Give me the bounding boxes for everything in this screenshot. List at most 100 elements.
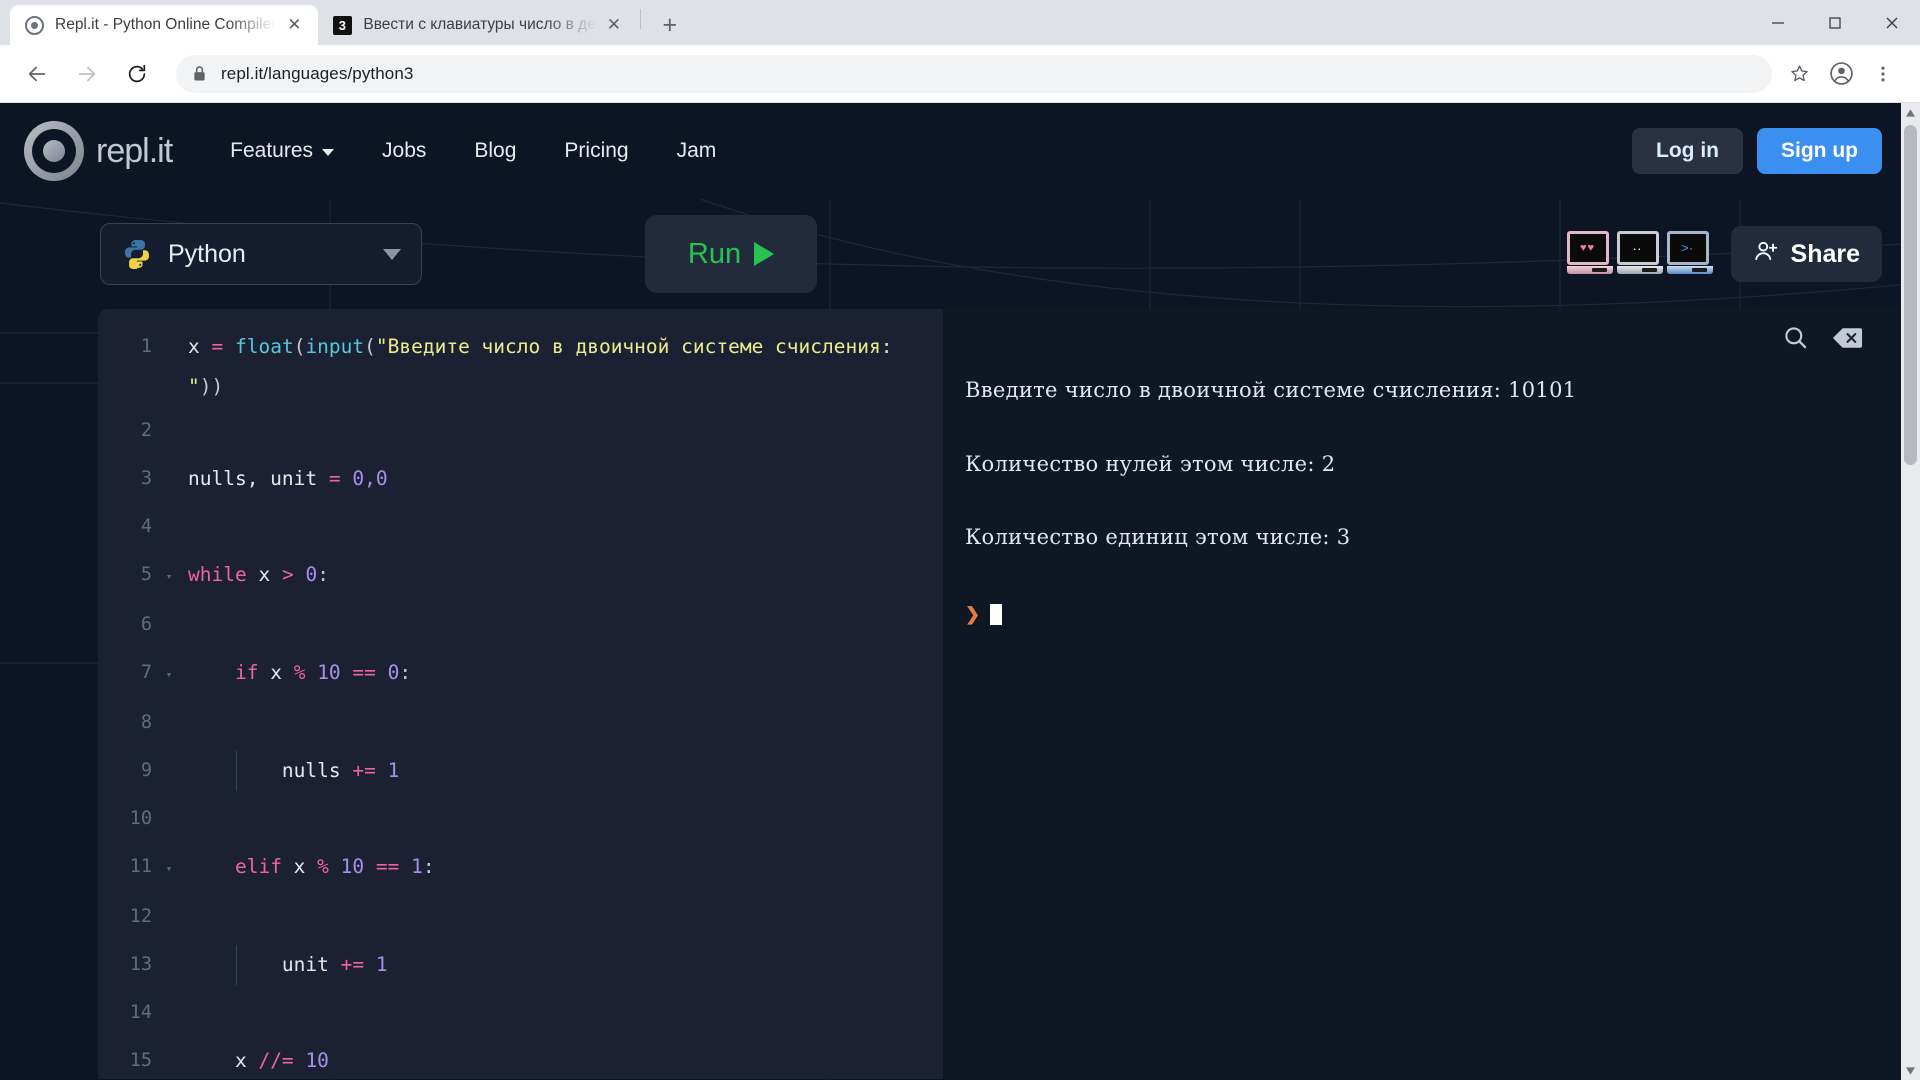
code-line[interactable]: 12 (98, 893, 943, 941)
tab-close-icon[interactable]: ✕ (602, 13, 626, 37)
code-line[interactable]: 13 unit += 1 (98, 941, 943, 989)
nav-link-label: Features (230, 139, 313, 163)
reload-icon[interactable] (118, 55, 156, 93)
person-add-icon (1753, 238, 1779, 271)
nav-link-pricing[interactable]: Pricing (540, 129, 652, 173)
code-text: nulls, unit = 0,0 (178, 455, 943, 503)
line-number: 15 (98, 1037, 160, 1079)
minimize-icon[interactable] (1749, 0, 1806, 45)
tab-close-icon[interactable]: ✕ (282, 13, 306, 37)
code-token: == (376, 855, 399, 878)
code-line[interactable]: 8 (98, 699, 943, 747)
fold-toggle[interactable]: ▾ (160, 551, 178, 601)
nav-link-features[interactable]: Features (206, 129, 358, 173)
page-scroll-down-icon[interactable] (1901, 1061, 1920, 1080)
code-token (364, 953, 376, 976)
code-token: //= (258, 1049, 293, 1072)
fold-toggle[interactable] (160, 407, 178, 409)
code-token: == (352, 661, 375, 684)
code-token: 10 (341, 855, 364, 878)
share-button[interactable]: Share (1731, 226, 1882, 282)
browser-tab-replit[interactable]: Repl.it - Python Online Compiler ✕ (10, 5, 318, 45)
replit-brand[interactable]: repl.it (24, 121, 172, 181)
code-lines: 1 x = float(input("Введите число в двоич… (98, 309, 943, 1079)
maximize-icon[interactable] (1806, 0, 1863, 45)
code-token: if (235, 661, 258, 684)
code-token: 0 (305, 563, 317, 586)
account-icon[interactable] (1822, 55, 1860, 93)
browser-tab-strip: Repl.it - Python Online Compiler ✕ 3 Вве… (0, 0, 1920, 45)
code-token: ( (364, 335, 376, 358)
line-number: 5 (98, 551, 160, 599)
fold-toggle[interactable] (160, 503, 178, 505)
console-output-pane[interactable]: Введите число в двоичной системе счислен… (943, 309, 1920, 1079)
code-line[interactable]: 15 x //= 10 (98, 1037, 943, 1079)
page-scrollbar[interactable] (1901, 103, 1920, 1080)
avatar-wink[interactable]: >· (1667, 231, 1713, 277)
forward-arrow-icon[interactable] (68, 55, 106, 93)
fold-toggle[interactable]: ▾ (160, 843, 178, 893)
code-editor[interactable]: 1 x = float(input("Введите число в двоич… (98, 309, 943, 1079)
window-controls (1749, 0, 1920, 45)
browser-tab-search[interactable]: 3 Ввести с клавиатуры число в де ✕ (318, 5, 637, 45)
fold-toggle[interactable] (160, 747, 178, 749)
console-prompt[interactable]: ❯ (965, 603, 1898, 628)
star-icon[interactable] (1780, 55, 1818, 93)
code-token: += (341, 953, 364, 976)
code-token: 1 (411, 855, 423, 878)
code-line[interactable]: 4 (98, 503, 943, 551)
code-line[interactable]: 5 ▾ while x > 0: (98, 551, 943, 601)
three-dot-menu-icon[interactable] (1864, 55, 1902, 93)
line-number: 13 (98, 941, 160, 989)
page-scroll-up-icon[interactable] (1901, 103, 1920, 122)
code-line[interactable]: 3 nulls, unit = 0,0 (98, 455, 943, 503)
clear-console-icon[interactable] (1831, 326, 1864, 355)
code-line[interactable]: 7 ▾ if x % 10 == 0: (98, 649, 943, 699)
fold-toggle[interactable] (160, 601, 178, 603)
nav-link-jobs[interactable]: Jobs (358, 129, 450, 173)
code-text: elif x % 10 == 1: (178, 843, 943, 891)
login-button[interactable]: Log in (1632, 128, 1743, 174)
fold-toggle[interactable] (160, 795, 178, 797)
code-line[interactable]: 14 (98, 989, 943, 1037)
fold-toggle[interactable] (160, 455, 178, 457)
page-scroll-thumb[interactable] (1904, 125, 1917, 465)
new-tab-button[interactable]: + (653, 8, 687, 42)
nav-link-blog[interactable]: Blog (450, 129, 540, 173)
fold-toggle[interactable] (160, 699, 178, 701)
fold-toggle[interactable]: ▾ (160, 649, 178, 699)
fold-toggle[interactable] (160, 1037, 178, 1039)
signup-button[interactable]: Sign up (1757, 128, 1882, 174)
nav-links: Features Jobs Blog Pricing Jam (206, 129, 740, 173)
tab-title: Repl.it - Python Online Compiler (55, 16, 276, 34)
fold-toggle[interactable] (160, 327, 178, 329)
run-button[interactable]: Run (645, 215, 817, 293)
back-arrow-icon[interactable] (18, 55, 56, 93)
code-token: : (317, 563, 329, 586)
code-line[interactable]: 10 (98, 795, 943, 843)
url-input[interactable]: repl.it/languages/python3 (176, 55, 1772, 93)
line-number: 14 (98, 989, 160, 1037)
code-line[interactable]: 11 ▾ elif x % 10 == 1: (98, 843, 943, 893)
code-text: while x > 0: (178, 551, 943, 599)
code-token (399, 855, 411, 878)
code-text: x = float(input("Введите число в двоично… (178, 327, 943, 407)
fold-toggle[interactable] (160, 893, 178, 895)
code-line[interactable]: 1 x = float(input("Введите число в двоич… (98, 327, 943, 407)
console-line: Количество единиц этом числе: 3 (965, 525, 1898, 550)
avatar-neutral[interactable]: ·· (1617, 231, 1663, 277)
language-select[interactable]: Python (100, 223, 422, 285)
code-line[interactable]: 9 nulls += 1 (98, 747, 943, 795)
code-line[interactable]: 6 (98, 601, 943, 649)
console-line: Количество нулей этом числе: 2 (965, 452, 1898, 477)
avatar-hearts[interactable]: ♥♥ (1567, 231, 1613, 277)
code-token: 1 (376, 953, 388, 976)
code-line[interactable]: 2 (98, 407, 943, 455)
fold-toggle[interactable] (160, 989, 178, 991)
search-icon[interactable] (1782, 324, 1809, 356)
nav-link-jam[interactable]: Jam (653, 129, 741, 173)
collaborator-avatars: ♥♥ ·· >· (1567, 231, 1713, 277)
fold-toggle[interactable] (160, 941, 178, 943)
close-icon[interactable] (1863, 0, 1920, 45)
code-token: while (188, 563, 247, 586)
